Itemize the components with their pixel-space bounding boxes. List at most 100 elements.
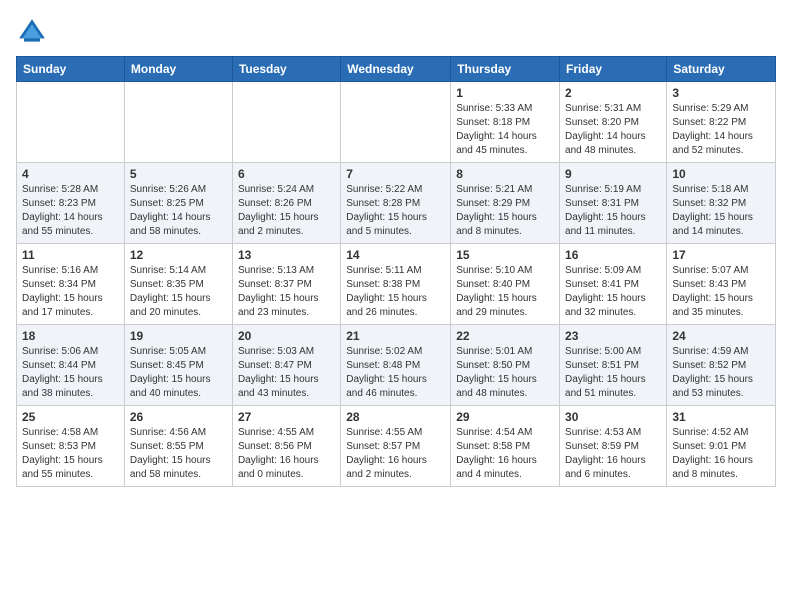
day-number: 11 [22,248,119,262]
day-number: 25 [22,410,119,424]
calendar-cell: 10 Sunrise: 5:18 AM Sunset: 8:32 PM Dayli… [667,163,776,244]
day-header-friday: Friday [560,57,667,82]
day-header-sunday: Sunday [17,57,125,82]
day-info: Sunrise: 5:33 AM Sunset: 8:18 PM Dayligh… [456,102,554,158]
day-number: 12 [130,248,227,262]
calendar-cell: 18 Sunrise: 5:06 AM Sunset: 8:44 PM Dayli… [17,325,125,406]
calendar-cell: 2 Sunrise: 5:31 AM Sunset: 8:20 PM Daylig… [560,82,667,163]
day-number: 31 [672,410,770,424]
day-number: 30 [565,410,661,424]
day-info: Sunrise: 5:16 AM Sunset: 8:34 PM Dayligh… [22,264,119,320]
day-info: Sunrise: 5:09 AM Sunset: 8:41 PM Dayligh… [565,264,661,320]
day-info: Sunrise: 5:10 AM Sunset: 8:40 PM Dayligh… [456,264,554,320]
day-info: Sunrise: 5:19 AM Sunset: 8:31 PM Dayligh… [565,183,661,239]
calendar-week-row: 11 Sunrise: 5:16 AM Sunset: 8:34 PM Dayli… [17,244,776,325]
day-info: Sunrise: 5:01 AM Sunset: 8:50 PM Dayligh… [456,345,554,401]
day-number: 15 [456,248,554,262]
day-info: Sunrise: 5:14 AM Sunset: 8:35 PM Dayligh… [130,264,227,320]
day-info: Sunrise: 4:55 AM Sunset: 8:57 PM Dayligh… [346,426,445,482]
day-info: Sunrise: 5:29 AM Sunset: 8:22 PM Dayligh… [672,102,770,158]
calendar-cell: 30 Sunrise: 4:53 AM Sunset: 8:59 PM Dayli… [560,406,667,487]
day-number: 19 [130,329,227,343]
day-number: 18 [22,329,119,343]
day-number: 10 [672,167,770,181]
day-info: Sunrise: 5:22 AM Sunset: 8:28 PM Dayligh… [346,183,445,239]
day-header-saturday: Saturday [667,57,776,82]
calendar-cell: 26Sunrise: 4:56 AM Sunset: 8:55 PM Dayli… [124,406,232,487]
day-info: Sunrise: 4:59 AM Sunset: 8:52 PM Dayligh… [672,345,770,401]
day-info: Sunrise: 5:28 AM Sunset: 8:23 PM Dayligh… [22,183,119,239]
calendar-cell: 23 Sunrise: 5:00 AM Sunset: 8:51 PM Dayli… [560,325,667,406]
calendar-cell: 19 Sunrise: 5:05 AM Sunset: 8:45 PM Dayli… [124,325,232,406]
logo-icon [16,16,48,48]
day-number: 22 [456,329,554,343]
day-info: Sunrise: 4:53 AM Sunset: 8:59 PM Dayligh… [565,426,661,482]
day-header-tuesday: Tuesday [232,57,340,82]
calendar-cell: 11 Sunrise: 5:16 AM Sunset: 8:34 PM Dayli… [17,244,125,325]
day-header-wednesday: Wednesday [341,57,451,82]
day-info: Sunrise: 5:02 AM Sunset: 8:48 PM Dayligh… [346,345,445,401]
calendar-cell: 21 Sunrise: 5:02 AM Sunset: 8:48 PM Dayli… [341,325,451,406]
day-info: Sunrise: 5:31 AM Sunset: 8:20 PM Dayligh… [565,102,661,158]
calendar-header-row: SundayMondayTuesdayWednesdayThursdayFrid… [17,57,776,82]
day-info: Sunrise: 4:58 AM Sunset: 8:53 PM Dayligh… [22,426,119,482]
day-number: 13 [238,248,335,262]
calendar-cell: 8 Sunrise: 5:21 AM Sunset: 8:29 PM Daylig… [451,163,560,244]
day-number: 14 [346,248,445,262]
calendar-cell: 20 Sunrise: 5:03 AM Sunset: 8:47 PM Dayli… [232,325,340,406]
day-number: 6 [238,167,335,181]
day-number: 28 [346,410,445,424]
day-number: 8 [456,167,554,181]
day-number: 9 [565,167,661,181]
day-header-monday: Monday [124,57,232,82]
calendar-week-row: 18 Sunrise: 5:06 AM Sunset: 8:44 PM Dayli… [17,325,776,406]
day-info: Sunrise: 5:13 AM Sunset: 8:37 PM Dayligh… [238,264,335,320]
calendar-cell: 13 Sunrise: 5:13 AM Sunset: 8:37 PM Dayli… [232,244,340,325]
calendar-cell: 25 Sunrise: 4:58 AM Sunset: 8:53 PM Dayli… [17,406,125,487]
calendar-table: SundayMondayTuesdayWednesdayThursdayFrid… [16,56,776,487]
calendar-cell: 7Sunrise: 5:22 AM Sunset: 8:28 PM Daylig… [341,163,451,244]
day-info: Sunrise: 5:24 AM Sunset: 8:26 PM Dayligh… [238,183,335,239]
calendar-cell: 24 Sunrise: 4:59 AM Sunset: 8:52 PM Dayli… [667,325,776,406]
day-info: Sunrise: 5:03 AM Sunset: 8:47 PM Dayligh… [238,345,335,401]
calendar-cell [341,82,451,163]
day-number: 1 [456,86,554,100]
day-number: 23 [565,329,661,343]
calendar-cell: 27 Sunrise: 4:55 AM Sunset: 8:56 PM Dayli… [232,406,340,487]
day-number: 26 [130,410,227,424]
calendar-cell [124,82,232,163]
day-info: Sunrise: 5:21 AM Sunset: 8:29 PM Dayligh… [456,183,554,239]
day-info: Sunrise: 4:55 AM Sunset: 8:56 PM Dayligh… [238,426,335,482]
day-number: 5 [130,167,227,181]
calendar-cell [17,82,125,163]
calendar-cell: 6 Sunrise: 5:24 AM Sunset: 8:26 PM Daylig… [232,163,340,244]
day-header-thursday: Thursday [451,57,560,82]
day-number: 27 [238,410,335,424]
day-info: Sunrise: 5:06 AM Sunset: 8:44 PM Dayligh… [22,345,119,401]
day-number: 4 [22,167,119,181]
calendar-week-row: 4 Sunrise: 5:28 AM Sunset: 8:23 PM Daylig… [17,163,776,244]
calendar-cell: 17Sunrise: 5:07 AM Sunset: 8:43 PM Dayli… [667,244,776,325]
day-number: 21 [346,329,445,343]
day-number: 2 [565,86,661,100]
day-number: 3 [672,86,770,100]
calendar-cell: 12 Sunrise: 5:14 AM Sunset: 8:35 PM Dayli… [124,244,232,325]
day-info: Sunrise: 5:26 AM Sunset: 8:25 PM Dayligh… [130,183,227,239]
calendar-cell: 4 Sunrise: 5:28 AM Sunset: 8:23 PM Daylig… [17,163,125,244]
day-number: 20 [238,329,335,343]
calendar-cell: 22 Sunrise: 5:01 AM Sunset: 8:50 PM Dayli… [451,325,560,406]
calendar-cell: 5 Sunrise: 5:26 AM Sunset: 8:25 PM Daylig… [124,163,232,244]
calendar-week-row: 25 Sunrise: 4:58 AM Sunset: 8:53 PM Dayli… [17,406,776,487]
day-number: 24 [672,329,770,343]
logo [16,16,52,48]
day-info: Sunrise: 5:00 AM Sunset: 8:51 PM Dayligh… [565,345,661,401]
day-info: Sunrise: 5:18 AM Sunset: 8:32 PM Dayligh… [672,183,770,239]
calendar-cell: 1 Sunrise: 5:33 AM Sunset: 8:18 PM Daylig… [451,82,560,163]
day-info: Sunrise: 4:52 AM Sunset: 9:01 PM Dayligh… [672,426,770,482]
day-info: Sunrise: 5:05 AM Sunset: 8:45 PM Dayligh… [130,345,227,401]
calendar-cell: 15 Sunrise: 5:10 AM Sunset: 8:40 PM Dayli… [451,244,560,325]
day-number: 29 [456,410,554,424]
day-info: Sunrise: 4:54 AM Sunset: 8:58 PM Dayligh… [456,426,554,482]
calendar-cell: 29 Sunrise: 4:54 AM Sunset: 8:58 PM Dayli… [451,406,560,487]
calendar-cell: 28 Sunrise: 4:55 AM Sunset: 8:57 PM Dayli… [341,406,451,487]
